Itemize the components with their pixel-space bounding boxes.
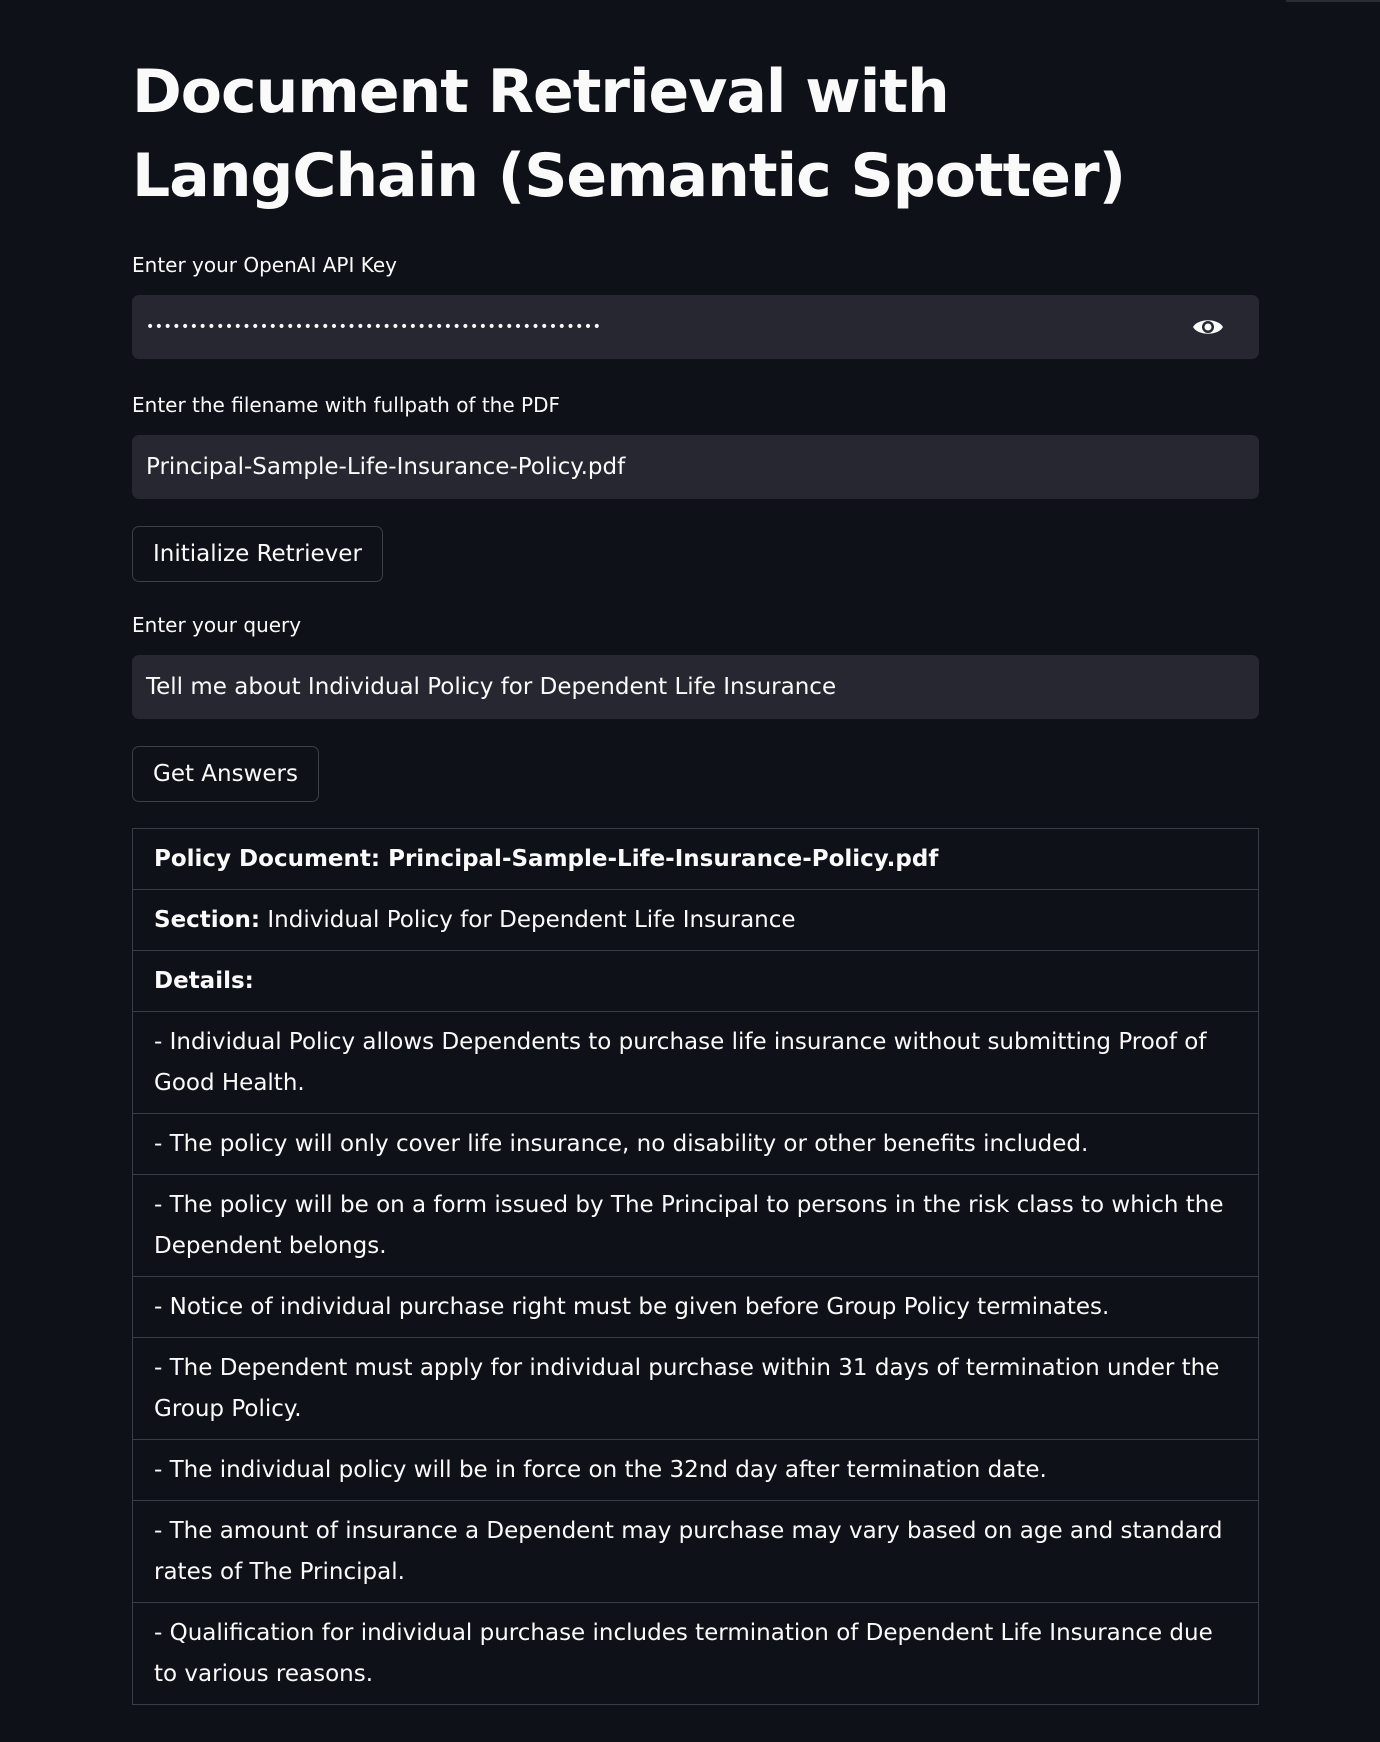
- table-row: - The individual policy will be in force…: [133, 1440, 1258, 1501]
- policy-document-title: Policy Document: Principal-Sample-Life-I…: [154, 845, 939, 872]
- detail-item: - The Dependent must apply for individua…: [154, 1354, 1220, 1422]
- section-cell: Section: Individual Policy for Dependent…: [154, 900, 796, 941]
- pdf-path-label: Enter the filename with fullpath of the …: [132, 393, 560, 417]
- table-row: Section: Individual Policy for Dependent…: [133, 890, 1258, 951]
- detail-item: - The amount of insurance a Dependent ma…: [154, 1517, 1223, 1585]
- detail-item: - Individual Policy allows Dependents to…: [154, 1028, 1207, 1096]
- api-key-label: Enter your OpenAI API Key: [132, 253, 397, 277]
- results-table: Policy Document: Principal-Sample-Life-I…: [132, 828, 1259, 1705]
- detail-item: - Qualification for individual purchase …: [154, 1619, 1213, 1687]
- query-label: Enter your query: [132, 613, 302, 637]
- detail-item: - The policy will be on a form issued by…: [154, 1191, 1224, 1259]
- table-row: - Individual Policy allows Dependents to…: [133, 1012, 1258, 1114]
- page-title: Document Retrieval with LangChain (Seman…: [132, 57, 1126, 211]
- main-content: Document Retrieval with LangChain (Seman…: [132, 50, 1259, 1705]
- top-decoration: [1286, 0, 1380, 2]
- details-label: Details:: [154, 967, 254, 994]
- section-label: Section:: [154, 906, 261, 933]
- app-page: Document Retrieval with LangChain (Seman…: [0, 0, 1380, 1742]
- pdf-path-input[interactable]: Principal-Sample-Life-Insurance-Policy.p…: [132, 435, 1259, 499]
- table-row: Policy Document: Principal-Sample-Life-I…: [133, 829, 1258, 890]
- get-answers-button[interactable]: Get Answers: [132, 746, 319, 802]
- pdf-path-value: Principal-Sample-Life-Insurance-Policy.p…: [146, 454, 626, 480]
- initialize-retriever-button[interactable]: Initialize Retriever: [132, 526, 383, 582]
- eye-icon[interactable]: [1191, 315, 1225, 339]
- section-value: Individual Policy for Dependent Life Ins…: [267, 906, 796, 933]
- table-row: - Notice of individual purchase right mu…: [133, 1277, 1258, 1338]
- query-input[interactable]: Tell me about Individual Policy for Depe…: [132, 655, 1259, 719]
- table-row: Details:: [133, 951, 1258, 1012]
- api-key-input[interactable]: ••••••••••••••••••••••••••••••••••••••••…: [132, 295, 1259, 359]
- table-row: - Qualification for individual purchase …: [133, 1603, 1258, 1705]
- detail-item: - The individual policy will be in force…: [154, 1456, 1047, 1483]
- detail-item: - The policy will only cover life insura…: [154, 1130, 1089, 1157]
- table-row: - The Dependent must apply for individua…: [133, 1338, 1258, 1440]
- table-row: - The policy will be on a form issued by…: [133, 1175, 1258, 1277]
- table-row: - The policy will only cover life insura…: [133, 1114, 1258, 1175]
- table-row: - The amount of insurance a Dependent ma…: [133, 1501, 1258, 1603]
- api-key-masked-value: ••••••••••••••••••••••••••••••••••••••••…: [146, 319, 602, 335]
- detail-item: - Notice of individual purchase right mu…: [154, 1293, 1110, 1320]
- query-value: Tell me about Individual Policy for Depe…: [146, 674, 837, 700]
